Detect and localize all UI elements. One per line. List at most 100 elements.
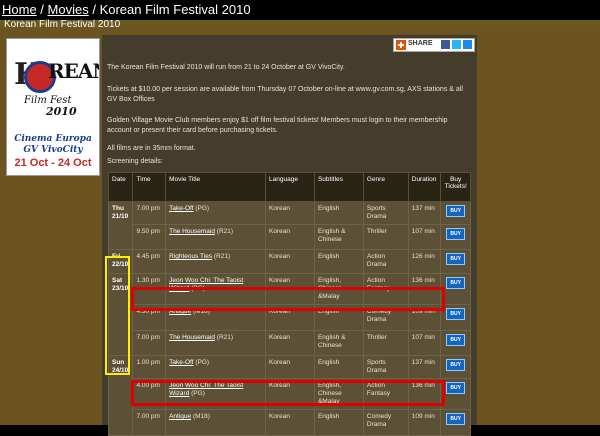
subtitles-cell: English [313,249,364,274]
poster-dates: 21 Oct - 24 Oct [14,157,92,169]
header-buy: Buy Tickets! [440,172,471,202]
buy-cell: BUY [440,330,471,356]
table-row: 7.00 pm Antique (M18) Korean English Com… [109,409,471,436]
share-button[interactable]: SHARE [393,38,475,52]
membership-paragraph: Golden Village Movie Club members enjoy … [107,117,448,134]
buy-button[interactable]: BUY [446,277,465,289]
movie-link[interactable]: The Housemaid [169,334,215,341]
table-header-row: Date Time Movie Title Language Subtitles… [107,172,471,202]
header-time: Time [132,172,167,202]
date-cell: Thu 21/10 [107,201,134,250]
twitter-icon[interactable] [452,40,461,49]
duration-cell: 107 min [407,224,442,250]
buy-cell: BUY [440,304,471,331]
language-cell: Korean [265,201,315,225]
table-row: 7.00 pm The Housemaid (R21) Korean Engli… [109,330,471,356]
time-cell: 9.50 pm [132,224,167,250]
subtitles-cell: English [313,355,364,379]
buy-cell: BUY [440,355,471,379]
breadcrumb-current: Korean Film Festival 2010 [99,2,251,17]
title-cell: Take-Off (PG) [165,201,267,225]
rating: (PG) [193,359,210,366]
buy-button[interactable]: BUY [446,359,465,371]
buy-button[interactable]: BUY [446,205,465,217]
header-duration: Duration [407,172,442,202]
genre-cell: Action Drama [362,249,409,274]
buy-cell: BUY [440,224,471,250]
tickets-paragraph: Tickets at $10.00 per session are availa… [107,86,463,103]
time-cell: 4.45 pm [132,249,167,274]
header-date: Date [107,172,134,202]
breadcrumb: Home / Movies / Korean Film Festival 201… [2,2,251,17]
title-cell: Righteous Ties (R21) [165,249,267,274]
breadcrumb-movies-link[interactable]: Movies [48,2,89,17]
logo-letters-rean: REAN [48,59,99,83]
buy-button[interactable]: BUY [446,253,465,265]
buy-cell: BUY [440,378,471,410]
antique-sat-highlight-box [131,287,445,311]
duration-cell: 109 min [407,409,442,436]
time-cell: 7.00 pm [132,330,167,356]
share-label: SHARE [408,40,433,47]
duration-cell: 107 min [407,330,442,356]
buy-cell: BUY [440,409,471,436]
poster-cinema-line: Cinema Europa [14,134,92,144]
time-cell: 7.00 pm [132,201,167,225]
language-cell: Korean [265,224,315,250]
buy-button[interactable]: BUY [446,413,465,425]
language-cell: Korean [265,409,315,436]
rating: (R21) [214,228,234,235]
rating: (R21) [214,334,234,341]
language-cell: Korean [265,330,315,356]
buy-button[interactable]: BUY [446,334,465,346]
intro-paragraph: The Korean Film Festival 2010 will run f… [107,64,345,71]
duration-cell: 126 min [407,249,442,274]
screening-details-label: Screening details: [107,158,163,165]
movie-link[interactable]: Take-Off [169,205,193,212]
movie-link[interactable]: Take-Off [169,359,193,366]
duration-cell: 137 min [407,201,442,225]
logo-year: 2010 [46,105,77,118]
buy-cell: BUY [440,273,471,305]
rating: (PG) [193,205,210,212]
rating: (M18) [191,413,210,420]
subtitles-cell: English [313,201,364,225]
buy-cell: BUY [440,249,471,274]
genre-cell: Comedy Drama [362,409,409,436]
buy-button[interactable]: BUY [446,308,465,320]
buy-button[interactable]: BUY [446,382,465,394]
table-row: Fri 22/10 4.45 pm Righteous Ties (R21) K… [107,249,471,274]
table-row: Sun 24/10 1.00 pm Take-Off (PG) Korean E… [107,355,471,436]
breadcrumb-separator: / [88,2,100,17]
subtitles-cell: English & Chinese [313,224,364,250]
table-row: Thu 21/10 7.00 pm Take-Off (PG) Korean E… [107,201,471,250]
share-plus-icon [396,40,406,50]
facebook-icon[interactable] [441,40,450,49]
time-cell: 7.00 pm [132,409,167,436]
header-genre: Genre [362,172,409,202]
panel-title: Korean Film Festival 2010 [4,19,121,30]
header-title: Movie Title [165,172,267,202]
subtitles-cell: English [313,409,364,436]
buy-cell: BUY [440,201,471,225]
breadcrumb-home-link[interactable]: Home [2,2,37,17]
email-icon[interactable] [463,40,472,49]
buy-button[interactable]: BUY [446,228,465,240]
header-language: Language [265,172,315,202]
genre-cell: Sports Drama [362,355,409,379]
duration-cell: 137 min [407,355,442,379]
header-subtitles: Subtitles [313,172,364,202]
language-cell: Korean [265,249,315,274]
subtitles-cell: English & Chinese [313,330,364,356]
festival-logo: K REAN Film Fest 2010 [12,51,99,127]
title-cell: Antique (M18) [165,409,267,436]
genre-cell: Thriller [362,224,409,250]
table-row: 9.50 pm The Housemaid (R21) Korean Engli… [109,224,471,250]
language-cell: Korean [265,355,315,379]
movie-link[interactable]: Righteous Ties [169,253,212,260]
breadcrumb-separator: / [36,2,48,17]
title-cell: Take-Off (PG) [165,355,267,379]
movie-link[interactable]: Antique [169,413,191,420]
antique-sun-highlight-box [131,380,445,406]
movie-link[interactable]: The Housemaid [169,228,215,235]
